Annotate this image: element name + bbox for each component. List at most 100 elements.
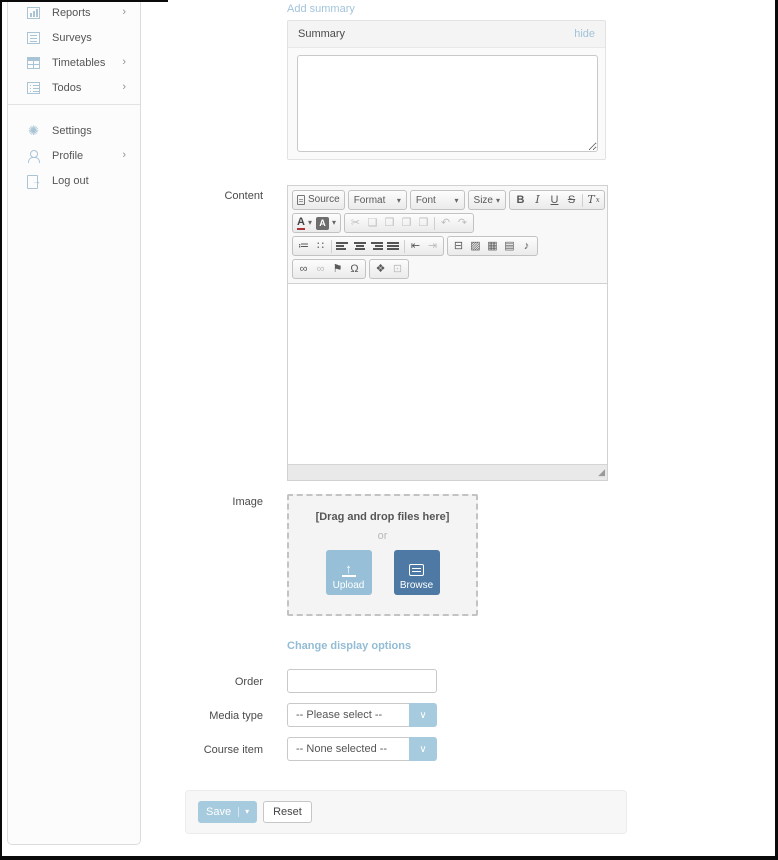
page-border-top: [0, 0, 168, 2]
upload-icon: ↑: [345, 563, 352, 574]
align-center-button[interactable]: [351, 238, 368, 254]
rich-text-editor: Source Format ▾ Font ▾ Size ▾ B I: [287, 185, 608, 481]
resize-grip-icon[interactable]: ◢: [598, 468, 605, 477]
redo-button[interactable]: ↷: [454, 215, 471, 231]
insert-image-button[interactable]: ▨: [467, 238, 484, 254]
size-label: Size: [474, 195, 493, 206]
paste-as-text-button[interactable]: ❐: [398, 215, 415, 231]
save-button[interactable]: Save ▾: [198, 801, 257, 823]
chevron-down-icon: ▾: [397, 196, 401, 205]
change-display-options-link[interactable]: Change display options: [287, 640, 411, 652]
save-dropdown-caret-icon[interactable]: ▾: [238, 807, 249, 817]
anchor-button[interactable]: ⚑: [329, 261, 346, 277]
sidebar-item-label: Todos: [52, 82, 81, 94]
bulleted-list-button[interactable]: ∷: [312, 238, 329, 254]
toolbar-row-1: Source Format ▾ Font ▾ Size ▾ B I: [292, 190, 605, 210]
chevron-right-icon: ›: [122, 82, 126, 93]
strikethrough-button[interactable]: S: [563, 192, 580, 208]
insert-iframe-button[interactable]: ▤: [501, 238, 518, 254]
special-character-button[interactable]: Ω: [346, 261, 363, 277]
chevron-down-icon: ∨: [419, 710, 426, 721]
toolbar-separator: [582, 194, 583, 207]
size-dropdown[interactable]: Size ▾: [468, 190, 506, 210]
browse-button[interactable]: Browse: [394, 550, 440, 595]
add-summary-link[interactable]: Add summary: [287, 3, 355, 15]
underline-button[interactable]: U: [546, 192, 563, 208]
source-label: Source: [308, 192, 340, 208]
page-border-left: [0, 0, 2, 860]
unlink-button[interactable]: ∞: [312, 261, 329, 277]
reset-button[interactable]: Reset: [263, 801, 312, 823]
link-button[interactable]: ∞: [295, 261, 312, 277]
maximize-button[interactable]: ❖: [372, 261, 389, 277]
media-type-label: Media type: [143, 710, 263, 722]
sidebar-item-timetables[interactable]: Timetables ›: [8, 50, 140, 75]
background-color-icon: A: [316, 217, 329, 230]
media-type-dropdown-button[interactable]: ∨: [409, 703, 437, 727]
font-dropdown[interactable]: Font ▾: [410, 190, 465, 210]
summary-panel-title: Summary: [298, 28, 345, 40]
sidebar-item-surveys[interactable]: Surveys: [8, 25, 140, 50]
media-type-selected-value: -- Please select --: [287, 703, 409, 727]
undo-button[interactable]: ↶: [437, 215, 454, 231]
paste-from-word-button[interactable]: ❒: [415, 215, 432, 231]
numbered-list-button[interactable]: ≔: [295, 238, 312, 254]
horizontal-rule-button[interactable]: ⊟: [450, 238, 467, 254]
summary-panel-header: Summary hide: [288, 21, 605, 48]
chevron-down-icon: ▾: [455, 196, 459, 205]
insert-table-button[interactable]: ▦: [484, 238, 501, 254]
text-color-button[interactable]: A ▾: [295, 215, 314, 231]
remove-format-button[interactable]: Tx: [585, 192, 602, 208]
outdent-button[interactable]: ⇤: [407, 238, 424, 254]
media-type-select[interactable]: -- Please select -- ∨: [287, 703, 437, 727]
insert-audio-button[interactable]: ♪: [518, 238, 535, 254]
align-justify-button[interactable]: [385, 238, 402, 254]
paste-button[interactable]: ❒: [381, 215, 398, 231]
page-border-bottom: [0, 856, 778, 860]
editor-toolbar: Source Format ▾ Font ▾ Size ▾ B I: [288, 186, 607, 284]
editor-content-area[interactable]: [288, 284, 607, 464]
align-right-icon: [370, 240, 383, 252]
show-blocks-button[interactable]: ⊡: [389, 261, 406, 277]
sidebar-item-logout[interactable]: Log out: [8, 168, 140, 193]
align-center-icon: [353, 240, 366, 252]
background-color-button[interactable]: A ▾: [314, 215, 338, 231]
italic-button[interactable]: I: [529, 192, 546, 208]
todo-list-icon: [27, 82, 40, 94]
upload-button[interactable]: ↑ Upload: [326, 550, 372, 595]
align-right-button[interactable]: [368, 238, 385, 254]
course-item-select[interactable]: -- None selected -- ∨: [287, 737, 437, 761]
sidebar: Reports › Surveys Timetables › Todos › ✺…: [7, 0, 141, 845]
order-input[interactable]: [287, 669, 437, 693]
gear-icon: ✺: [27, 125, 40, 137]
sidebar-item-profile[interactable]: Profile ›: [8, 143, 140, 168]
course-item-selected-value: -- None selected --: [287, 737, 409, 761]
course-item-label: Course item: [143, 744, 263, 756]
source-icon: [297, 195, 305, 205]
drop-zone-or-text: or: [289, 530, 476, 542]
cut-button[interactable]: ✂: [347, 215, 364, 231]
align-justify-icon: [387, 240, 400, 252]
indent-button[interactable]: ⇥: [424, 238, 441, 254]
sidebar-item-todos[interactable]: Todos ›: [8, 75, 140, 100]
file-drop-zone[interactable]: [Drag and drop files here] or ↑ Upload B…: [287, 494, 478, 616]
chevron-right-icon: ›: [122, 7, 126, 18]
summary-textarea[interactable]: [297, 55, 598, 152]
format-dropdown[interactable]: Format ▾: [348, 190, 407, 210]
image-label: Image: [143, 496, 263, 508]
sidebar-item-settings[interactable]: ✺ Settings: [8, 118, 140, 143]
source-button[interactable]: Source: [295, 192, 342, 208]
course-item-dropdown-button[interactable]: ∨: [409, 737, 437, 761]
browse-icon: [409, 564, 424, 576]
drop-zone-text: [Drag and drop files here]: [289, 511, 476, 523]
toolbar-row-2: A ▾ A ▾ ✂ ❏ ❒ ❐ ❒ ↶ ↷: [292, 213, 605, 233]
bold-button[interactable]: B: [512, 192, 529, 208]
copy-button[interactable]: ❏: [364, 215, 381, 231]
hide-link[interactable]: hide: [574, 28, 595, 40]
sidebar-item-reports[interactable]: Reports ›: [8, 0, 140, 25]
sidebar-item-label: Settings: [52, 125, 92, 137]
chevron-right-icon: ›: [122, 150, 126, 161]
align-left-button[interactable]: [334, 238, 351, 254]
order-label: Order: [143, 676, 263, 688]
chevron-down-icon: ▾: [308, 215, 312, 231]
